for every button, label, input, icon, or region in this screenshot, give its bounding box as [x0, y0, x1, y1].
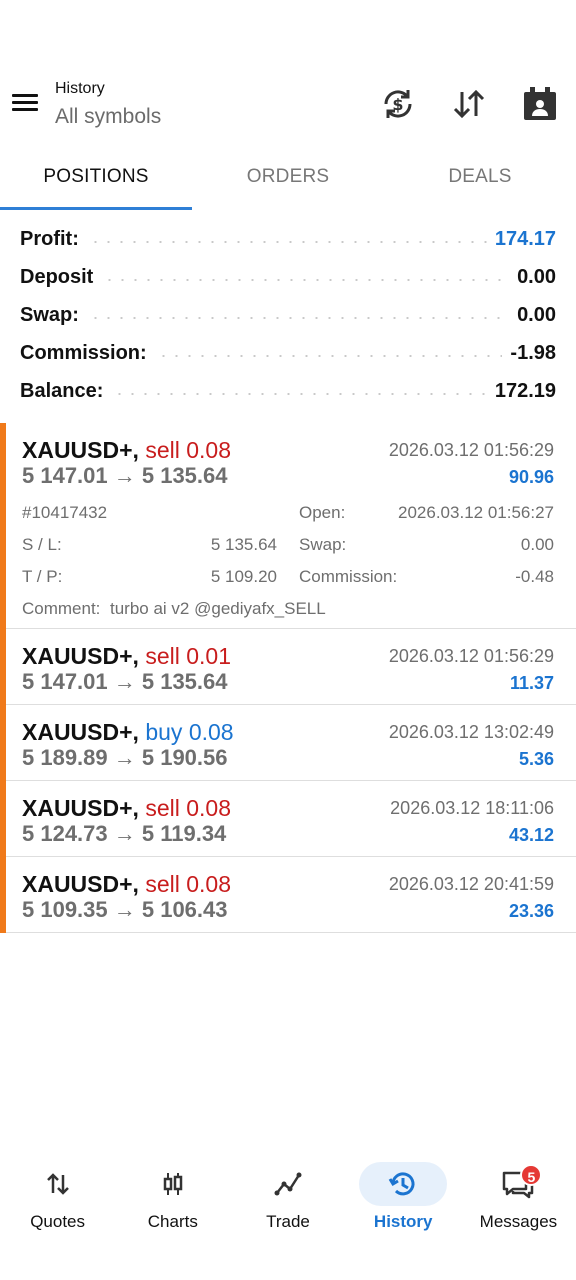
summary-panel: Profit: 174.17 Deposit 0.00 Swap: 0.00 C…: [0, 220, 576, 410]
position-title: XAUUSD+, sell 0.08: [22, 795, 231, 822]
position-profit: 23.36: [508, 901, 554, 921]
tp-label: T / P:: [22, 567, 63, 586]
summary-label: Balance:: [20, 379, 114, 403]
position-symbol: XAUUSD+,: [22, 719, 139, 745]
position-symbol: XAUUSD+,: [22, 871, 139, 897]
position-title: XAUUSD+, sell 0.08: [22, 871, 231, 898]
summary-value: 172.19: [494, 379, 556, 402]
summary-value: 174.17: [494, 227, 556, 250]
summary-label: Commission:: [20, 341, 157, 365]
calendar-icon[interactable]: [522, 86, 558, 122]
tab-positions[interactable]: POSITIONS: [0, 150, 192, 210]
position-profit: 5.36: [518, 749, 554, 769]
position-time: 2026.03.12 20:41:59: [388, 874, 554, 894]
tp-value: 5 109.20: [210, 567, 277, 586]
position-title: XAUUSD+, sell 0.01: [22, 643, 231, 670]
tab-orders[interactable]: ORDERS: [192, 150, 384, 210]
summary-swap: Swap: 0.00: [0, 296, 576, 334]
nav-label: Quotes: [30, 1212, 85, 1231]
open-value: 2026.03.12 01:56:27: [398, 503, 554, 522]
position-side: buy 0.08: [145, 719, 234, 745]
position-side: sell 0.08: [145, 437, 232, 463]
position-time: 2026.03.12 01:56:29: [388, 440, 554, 460]
sort-icon[interactable]: [451, 86, 487, 122]
position-profit: 43.12: [508, 825, 554, 845]
position-time: 2026.03.12 13:02:49: [388, 722, 554, 742]
position-side: sell 0.08: [145, 795, 232, 821]
position-title: XAUUSD+, sell 0.08: [22, 437, 231, 464]
open-label: Open:: [299, 503, 346, 522]
menu-icon[interactable]: [12, 90, 42, 120]
svg-text:$: $: [392, 95, 403, 114]
nav-charts[interactable]: Charts: [115, 1150, 230, 1250]
position-side: sell 0.08: [145, 871, 232, 897]
position-row[interactable]: XAUUSD+, sell 0.08 5 109.35 → 5 106.43 2…: [0, 857, 576, 933]
summary-profit: Profit: 174.17: [0, 220, 576, 258]
nav-messages[interactable]: 5 Messages: [461, 1150, 576, 1250]
swap-label: Swap:: [299, 535, 347, 554]
position-row[interactable]: XAUUSD+, sell 0.08 5 124.73 → 5 119.34 2…: [0, 781, 576, 857]
position-row[interactable]: XAUUSD+, sell 0.01 5 147.01 → 5 135.64 2…: [0, 629, 576, 705]
summary-label: Swap:: [20, 303, 89, 327]
summary-label: Profit:: [20, 227, 89, 251]
position-profit: 11.37: [509, 673, 554, 693]
dotted-leader: [88, 241, 487, 243]
position-prices: 5 147.01 → 5 135.64: [22, 669, 228, 694]
commission-value: -0.48: [515, 567, 554, 586]
dotted-leader: [113, 393, 487, 395]
summary-value: -1.98: [510, 341, 556, 364]
dotted-leader: [88, 317, 510, 319]
tab-deals[interactable]: DEALS: [384, 150, 576, 210]
summary-deposit: Deposit 0.00: [0, 258, 576, 296]
position-prices: 5 189.89 → 5 190.56: [22, 745, 228, 770]
candlestick-icon: [129, 1162, 217, 1206]
dotted-leader: [103, 279, 510, 281]
summary-value: 0.00: [517, 303, 556, 326]
symbol-filter[interactable]: All symbols: [55, 105, 161, 129]
nav-label: Messages: [479, 1212, 558, 1231]
commission-label: Commission:: [299, 567, 398, 586]
position-symbol: XAUUSD+,: [22, 643, 139, 669]
positions-list: XAUUSD+, sell 0.08 5 147.01 → 5 135.64 2…: [0, 423, 576, 933]
position-time: 2026.03.12 18:11:06: [390, 798, 554, 818]
position-ticket: #10417432: [22, 503, 108, 522]
sl-value: 5 135.64: [210, 535, 277, 554]
trend-line-icon: [244, 1162, 332, 1206]
nav-label: Charts: [147, 1212, 198, 1231]
app-header: History All symbols $: [0, 0, 576, 150]
position-prices: 5 147.01 → 5 135.64: [22, 463, 228, 488]
position-symbol: XAUUSD+,: [22, 795, 139, 821]
nav-trade[interactable]: Trade: [230, 1150, 345, 1250]
summary-label: Deposit: [20, 265, 104, 289]
nav-history[interactable]: History: [346, 1150, 461, 1250]
position-title: XAUUSD+, buy 0.08: [22, 719, 234, 746]
position-profit: 90.96: [508, 467, 554, 487]
messages-icon: [474, 1162, 562, 1206]
header-title: History: [55, 80, 105, 97]
comment-label: Comment:: [22, 599, 101, 618]
history-tabs: POSITIONS ORDERS DEALS: [0, 150, 576, 210]
summary-balance: Balance: 172.19: [0, 372, 576, 410]
arrows-updown-icon: [14, 1162, 102, 1206]
comment-value: turbo ai v2 @gediyafx_SELL: [110, 599, 326, 618]
position-prices: 5 124.73 → 5 119.34: [22, 821, 227, 846]
history-clock-icon: [359, 1162, 448, 1206]
nav-quotes[interactable]: Quotes: [0, 1150, 115, 1250]
nav-label: History: [373, 1212, 433, 1231]
bottom-navigation: Quotes Charts Trade History 5 Messages: [0, 1150, 576, 1250]
summary-commission: Commission: -1.98: [0, 334, 576, 372]
position-time: 2026.03.12 01:56:29: [388, 646, 554, 666]
position-prices: 5 109.35 → 5 106.43: [22, 897, 228, 922]
position-side: sell 0.01: [145, 643, 232, 669]
sl-label: S / L:: [22, 535, 62, 554]
position-row[interactable]: XAUUSD+, sell 0.08 5 147.01 → 5 135.64 2…: [0, 423, 576, 629]
position-symbol: XAUUSD+,: [22, 437, 139, 463]
position-row[interactable]: XAUUSD+, buy 0.08 5 189.89 → 5 190.56 20…: [0, 705, 576, 781]
swap-value: 0.00: [520, 535, 554, 554]
summary-value: 0.00: [517, 265, 556, 288]
nav-label: Trade: [266, 1212, 310, 1231]
dotted-leader: [156, 355, 503, 357]
currency-refresh-icon[interactable]: $: [380, 86, 416, 122]
